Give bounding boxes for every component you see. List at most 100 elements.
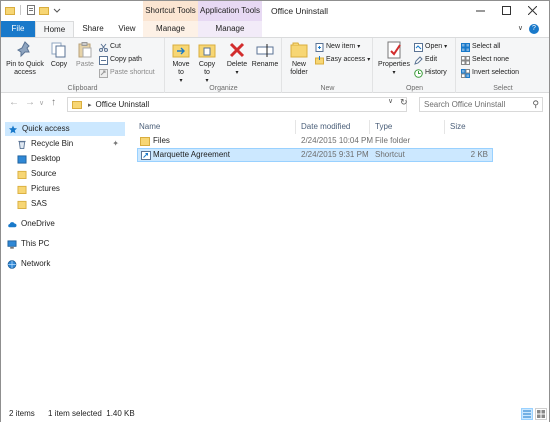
shortcut-tools-label: Shortcut Tools bbox=[143, 1, 198, 21]
nav-network[interactable]: Network bbox=[7, 257, 125, 271]
pin-icon[interactable]: ✦ bbox=[112, 137, 119, 151]
nav-quick-access[interactable]: Quick access bbox=[5, 122, 125, 136]
nav-pictures[interactable]: Pictures bbox=[17, 182, 125, 196]
select-none-label: Select none bbox=[472, 56, 509, 63]
address-dropdown-icon[interactable]: ∨ bbox=[388, 97, 393, 105]
explorer-window: Shortcut Tools Application Tools Office … bbox=[0, 0, 550, 422]
edit-button[interactable]: Edit bbox=[414, 54, 437, 66]
select-all-button[interactable]: Select all bbox=[461, 41, 500, 53]
maximize-button[interactable] bbox=[493, 1, 519, 19]
move-to-button[interactable]: Move to ▾ bbox=[169, 41, 193, 85]
new-item-icon bbox=[315, 42, 324, 52]
tab-file[interactable]: File bbox=[1, 21, 35, 37]
open-group-label: Open bbox=[405, 85, 424, 92]
pin-to-quick-access-button[interactable]: Pin to Quick access bbox=[4, 41, 46, 77]
minimize-button[interactable] bbox=[467, 1, 493, 19]
table-row[interactable]: Marquette Agreement 2/24/2015 9:31 PM Sh… bbox=[137, 148, 493, 162]
window-controls bbox=[467, 1, 545, 19]
column-header-size[interactable]: Size bbox=[450, 120, 466, 134]
address-bar[interactable]: ▸ Office Uninstall bbox=[67, 97, 407, 112]
status-selection: 1 item selected 1.40 KB bbox=[48, 409, 135, 418]
column-divider[interactable] bbox=[295, 120, 296, 134]
invert-selection-button[interactable]: Invert selection bbox=[461, 67, 519, 79]
star-icon bbox=[8, 124, 18, 133]
nav-source[interactable]: Source bbox=[17, 167, 125, 181]
nav-pictures-label: Pictures bbox=[31, 184, 60, 193]
easy-access-label: Easy access bbox=[326, 56, 366, 63]
column-header-type[interactable]: Type bbox=[375, 120, 392, 134]
details-view-button[interactable] bbox=[521, 408, 533, 420]
nav-recycle-bin-label: Recycle Bin bbox=[31, 139, 74, 148]
paste-shortcut-icon bbox=[99, 68, 108, 78]
tab-share[interactable]: Share bbox=[74, 21, 112, 37]
search-icon: ⚲ bbox=[532, 99, 539, 109]
paste-shortcut-button[interactable]: Paste shortcut bbox=[99, 67, 155, 79]
paste-label: Paste bbox=[76, 61, 94, 68]
chevron-right-icon[interactable]: ▸ bbox=[88, 101, 92, 109]
history-icon bbox=[414, 68, 423, 78]
ribbon: Pin to Quick access Copy Paste Cut Copy … bbox=[1, 37, 549, 93]
organize-group-label: Organize bbox=[209, 85, 238, 92]
large-icons-view-button[interactable] bbox=[535, 408, 547, 420]
rename-button[interactable]: Rename bbox=[251, 41, 279, 69]
clipboard-group-label: Clipboard bbox=[67, 85, 98, 92]
nav-this-pc[interactable]: This PC bbox=[7, 237, 125, 251]
new-folder-icon[interactable] bbox=[39, 5, 49, 15]
column-header-date[interactable]: Date modified bbox=[301, 120, 350, 134]
select-none-button[interactable]: Select none bbox=[461, 54, 509, 66]
history-button[interactable]: History bbox=[414, 67, 447, 79]
open-button[interactable]: Open ▾ bbox=[414, 41, 447, 53]
rename-label: Rename bbox=[251, 61, 279, 68]
cut-button[interactable]: Cut bbox=[99, 41, 121, 53]
properties-label: Properties bbox=[378, 61, 410, 68]
nav-recycle-bin[interactable]: Recycle Bin ✦ bbox=[17, 137, 125, 151]
new-group-label: New bbox=[320, 85, 335, 92]
help-icon[interactable]: ? bbox=[529, 24, 539, 34]
tab-manage-application[interactable]: Manage bbox=[198, 21, 262, 37]
column-divider[interactable] bbox=[369, 120, 370, 134]
easy-access-button[interactable]: Easy access ▾ bbox=[315, 54, 370, 66]
delete-button[interactable]: Delete ▾ bbox=[225, 41, 249, 77]
address-path[interactable]: Office Uninstall bbox=[96, 100, 150, 109]
copy-path-button[interactable]: Copy path bbox=[99, 54, 142, 66]
tab-home[interactable]: Home bbox=[35, 21, 74, 37]
edit-label: Edit bbox=[425, 56, 438, 63]
file-date: 2/24/2015 9:31 PM bbox=[301, 150, 369, 159]
properties-icon[interactable] bbox=[26, 5, 36, 15]
nav-sas[interactable]: SAS bbox=[17, 197, 125, 211]
forward-arrow-icon[interactable]: → bbox=[25, 97, 35, 108]
tab-view[interactable]: View bbox=[112, 21, 142, 37]
select-all-icon bbox=[461, 42, 470, 52]
nav-onedrive[interactable]: OneDrive bbox=[7, 217, 125, 231]
back-arrow-icon[interactable]: ← bbox=[9, 97, 19, 108]
rename-icon bbox=[256, 44, 274, 57]
column-divider[interactable] bbox=[444, 120, 445, 134]
copy-to-button[interactable]: Copy to ▾ bbox=[195, 41, 219, 85]
folder-icon bbox=[17, 170, 27, 179]
close-button[interactable] bbox=[519, 1, 545, 19]
address-row: ← → ∨ ↑ ▸ Office Uninstall ∨ ↻ Search Of… bbox=[1, 94, 549, 114]
nav-desktop[interactable]: Desktop bbox=[17, 152, 125, 166]
search-input[interactable]: Search Office Uninstall ⚲ bbox=[419, 97, 543, 112]
new-item-label: New item bbox=[326, 43, 356, 50]
folder-app-icon bbox=[5, 7, 15, 15]
recent-locations-icon[interactable]: ∨ bbox=[39, 99, 44, 107]
move-to-label: Move to bbox=[172, 61, 190, 76]
organize-group: Move to ▾ Copy to ▾ Delete ▾ Rename Orga… bbox=[166, 38, 282, 93]
clipboard-group: Pin to Quick access Copy Paste Cut Copy … bbox=[1, 38, 165, 93]
ribbon-collapse-icon[interactable]: ∨ bbox=[518, 24, 523, 32]
recycle-bin-icon bbox=[18, 140, 26, 149]
new-item-button[interactable]: New item ▾ bbox=[315, 41, 360, 53]
pin-icon bbox=[17, 41, 30, 58]
refresh-icon[interactable]: ↻ bbox=[400, 97, 408, 108]
tab-manage-shortcut[interactable]: Manage bbox=[143, 21, 198, 37]
properties-button[interactable]: Properties ▾ bbox=[376, 41, 412, 77]
chevron-down-icon[interactable] bbox=[52, 5, 62, 15]
new-folder-button[interactable]: New folder bbox=[286, 41, 312, 77]
network-icon bbox=[7, 259, 17, 269]
up-arrow-icon[interactable]: ↑ bbox=[51, 97, 56, 108]
paste-button[interactable]: Paste bbox=[73, 41, 97, 69]
copy-button[interactable]: Copy bbox=[48, 41, 70, 69]
table-row[interactable]: Files 2/24/2015 10:04 PM File folder bbox=[137, 135, 493, 149]
column-header-name[interactable]: Name bbox=[139, 120, 160, 134]
